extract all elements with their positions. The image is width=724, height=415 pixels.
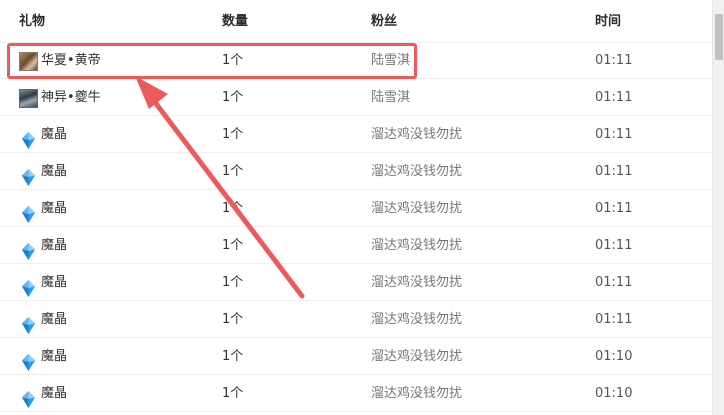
fan-cell[interactable]: 溜达鸡没钱勿扰 bbox=[371, 375, 462, 412]
time-cell: 01:11 bbox=[595, 275, 633, 290]
fan-cell[interactable]: 溜达鸡没钱勿扰 bbox=[371, 264, 462, 301]
fan-cell[interactable]: 溜达鸡没钱勿扰 bbox=[371, 116, 462, 153]
quantity-cell: 1个 bbox=[222, 201, 244, 216]
crystal-icon bbox=[22, 275, 35, 297]
table-row[interactable]: 魔晶 1个 溜达鸡没钱勿扰 01:11 bbox=[0, 301, 712, 338]
quantity-cell: 1个 bbox=[222, 53, 244, 68]
gift-name: 魔晶 bbox=[41, 201, 68, 216]
fan-cell[interactable]: 溜达鸡没钱勿扰 bbox=[371, 227, 462, 264]
gift-name: 魔晶 bbox=[41, 127, 68, 142]
huaxia-huangdi-avatar-icon bbox=[19, 52, 38, 71]
crystal-icon bbox=[22, 164, 35, 186]
crystal-icon bbox=[22, 127, 35, 149]
time-cell: 01:11 bbox=[595, 201, 633, 216]
time-cell: 01:11 bbox=[595, 90, 633, 105]
quantity-cell: 1个 bbox=[222, 238, 244, 253]
time-cell: 01:11 bbox=[595, 312, 633, 327]
quantity-cell: 1个 bbox=[222, 164, 244, 179]
table-header-row: 礼物 数量 粉丝 时间 bbox=[0, 0, 712, 43]
header-fan[interactable]: 粉丝 bbox=[371, 0, 397, 43]
table-row[interactable]: 魔晶 1个 溜达鸡没钱勿扰 01:10 bbox=[0, 338, 712, 375]
shenyi-kuiniu-avatar-icon bbox=[19, 89, 38, 108]
gift-name: 魔晶 bbox=[41, 164, 68, 179]
table-row[interactable]: 华夏•黄帝 1个 陆雪淇 01:11 bbox=[0, 42, 712, 79]
table-row[interactable]: 魔晶 1个 溜达鸡没钱勿扰 01:10 bbox=[0, 375, 712, 412]
fan-cell[interactable]: 溜达鸡没钱勿扰 bbox=[371, 338, 462, 375]
fan-cell[interactable]: 溜达鸡没钱勿扰 bbox=[371, 301, 462, 338]
time-cell: 01:11 bbox=[595, 53, 633, 68]
header-time[interactable]: 时间 bbox=[595, 0, 621, 43]
quantity-cell: 1个 bbox=[222, 275, 244, 290]
quantity-cell: 1个 bbox=[222, 90, 244, 105]
crystal-icon bbox=[22, 312, 35, 334]
fan-cell[interactable]: 溜达鸡没钱勿扰 bbox=[371, 190, 462, 227]
time-cell: 01:11 bbox=[595, 164, 633, 179]
quantity-cell: 1个 bbox=[222, 349, 244, 364]
table-row[interactable]: 魔晶 1个 溜达鸡没钱勿扰 01:11 bbox=[0, 227, 712, 264]
gift-name: 魔晶 bbox=[41, 386, 68, 401]
crystal-icon bbox=[22, 349, 35, 371]
quantity-cell: 1个 bbox=[222, 127, 244, 142]
crystal-icon bbox=[22, 386, 35, 408]
quantity-cell: 1个 bbox=[222, 386, 244, 401]
table-row[interactable]: 魔晶 1个 溜达鸡没钱勿扰 01:11 bbox=[0, 116, 712, 153]
fan-cell[interactable]: 溜达鸡没钱勿扰 bbox=[371, 153, 462, 190]
gift-name: 魔晶 bbox=[41, 312, 68, 327]
gift-name: 魔晶 bbox=[41, 238, 68, 253]
header-quantity[interactable]: 数量 bbox=[222, 0, 248, 43]
time-cell: 01:10 bbox=[595, 349, 633, 364]
gift-record-table: 礼物 数量 粉丝 时间 华夏•黄帝 1个 陆雪淇 01:11 神异•夔牛 1个 陆雪淇 01:… bbox=[0, 0, 712, 415]
crystal-icon bbox=[22, 201, 35, 223]
fan-cell[interactable]: 陆雪淇 bbox=[371, 42, 410, 79]
table-row[interactable]: 魔晶 1个 溜达鸡没钱勿扰 01:11 bbox=[0, 190, 712, 227]
time-cell: 01:11 bbox=[595, 127, 633, 142]
quantity-cell: 1个 bbox=[222, 312, 244, 327]
gift-name: 魔晶 bbox=[41, 275, 68, 290]
time-cell: 01:10 bbox=[595, 386, 633, 401]
scrollbar-thumb[interactable] bbox=[715, 14, 723, 60]
header-gift[interactable]: 礼物 bbox=[19, 0, 45, 43]
table-row[interactable]: 魔晶 1个 溜达鸡没钱勿扰 01:11 bbox=[0, 264, 712, 301]
crystal-icon bbox=[22, 238, 35, 260]
gift-name: 魔晶 bbox=[41, 349, 68, 364]
time-cell: 01:11 bbox=[595, 238, 633, 253]
fan-cell[interactable]: 陆雪淇 bbox=[371, 79, 410, 116]
gift-name: 华夏•黄帝 bbox=[41, 53, 101, 68]
vertical-scrollbar[interactable] bbox=[712, 0, 724, 415]
table-row[interactable]: 神异•夔牛 1个 陆雪淇 01:11 bbox=[0, 79, 712, 116]
gift-name: 神异•夔牛 bbox=[41, 90, 101, 105]
table-row[interactable]: 魔晶 1个 溜达鸡没钱勿扰 01:11 bbox=[0, 153, 712, 190]
